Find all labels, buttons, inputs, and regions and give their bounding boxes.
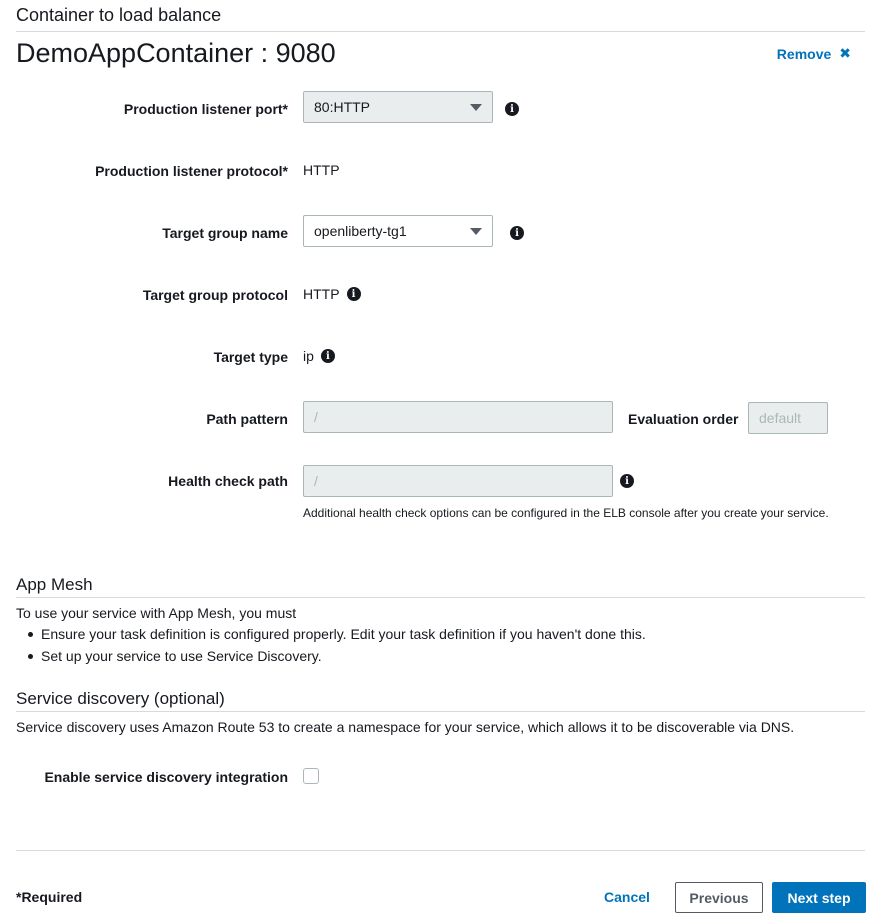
production-listener-protocol-value: HTTP	[303, 162, 340, 178]
remove-button[interactable]: Remove ✖	[777, 45, 851, 62]
production-listener-port-label: Production listener port*	[123, 101, 288, 117]
enable-service-discovery-label: Enable service discovery integration	[44, 769, 288, 785]
next-step-button[interactable]: Next step	[772, 882, 866, 913]
info-icon[interactable]: i	[620, 474, 634, 488]
target-type-label: Target type	[213, 349, 288, 365]
service-discovery-divider	[16, 711, 865, 712]
evaluation-order-input[interactable]: default	[748, 402, 828, 434]
close-icon: ✖	[839, 45, 851, 61]
health-check-path-input[interactable]: /	[303, 465, 613, 497]
production-listener-port-value: 80:HTTP	[314, 99, 371, 115]
info-icon[interactable]: i	[320, 349, 335, 363]
health-check-path-label: Health check path	[168, 473, 288, 489]
target-group-name-label: Target group name	[162, 225, 288, 241]
production-listener-protocol-text: HTTP	[303, 162, 340, 178]
target-group-name-value: openliberty-tg1	[314, 223, 407, 239]
required-note: *Required	[16, 889, 83, 905]
target-type-text: ip	[303, 348, 314, 364]
previous-button[interactable]: Previous	[675, 882, 763, 913]
chevron-down-icon	[470, 104, 482, 111]
path-pattern-label: Path pattern	[206, 411, 288, 427]
footer-divider	[16, 850, 865, 851]
app-mesh-divider	[16, 597, 865, 598]
chevron-down-icon	[470, 228, 482, 235]
info-icon[interactable]: i	[510, 226, 524, 240]
app-mesh-intro: To use your service with App Mesh, you m…	[16, 605, 297, 621]
target-group-name-select[interactable]: openliberty-tg1	[303, 215, 493, 247]
target-group-protocol-value: HTTP i	[303, 286, 361, 302]
service-discovery-description: Service discovery uses Amazon Route 53 t…	[16, 719, 795, 735]
target-group-protocol-label: Target group protocol	[142, 287, 288, 303]
app-mesh-title: App Mesh	[16, 575, 93, 594]
section-divider	[16, 31, 865, 32]
service-discovery-title: Service discovery (optional)	[16, 689, 225, 708]
container-title: DemoAppContainer : 9080	[16, 38, 336, 68]
production-listener-protocol-label: Production listener protocol*	[95, 163, 288, 179]
app-mesh-requirements-list: Ensure your task definition is configure…	[26, 625, 646, 669]
target-group-protocol-text: HTTP	[303, 286, 340, 302]
target-type-value: ip i	[303, 348, 335, 364]
path-pattern-input[interactable]: /	[303, 401, 613, 433]
health-check-helper-text: Additional health check options can be c…	[303, 506, 829, 520]
list-item: Set up your service to use Service Disco…	[26, 647, 646, 669]
cancel-button[interactable]: Cancel	[596, 882, 658, 912]
info-icon[interactable]: i	[505, 102, 519, 116]
production-listener-port-select[interactable]: 80:HTTP	[303, 91, 493, 123]
enable-service-discovery-checkbox[interactable]	[303, 768, 319, 784]
evaluation-order-label: Evaluation order	[628, 411, 739, 427]
remove-label: Remove	[776, 45, 832, 62]
section-title: Container to load balance	[16, 5, 222, 25]
list-item: Ensure your task definition is configure…	[26, 625, 646, 647]
info-icon[interactable]: i	[346, 287, 361, 301]
